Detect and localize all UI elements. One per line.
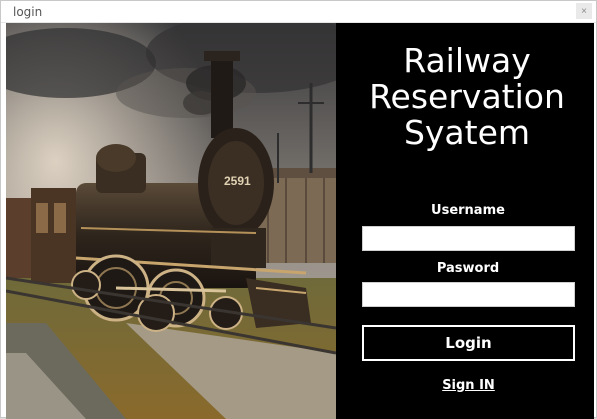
username-label: Username: [431, 203, 505, 218]
app-title: Railway Reservation Syatem: [336, 43, 597, 151]
sign-in-link[interactable]: Sign IN: [362, 378, 575, 393]
app-title-line-2: Reservation: [369, 77, 565, 116]
app-title-line-3: Syatem: [403, 113, 531, 152]
steam-locomotive-image: 2591: [6, 23, 336, 419]
close-button[interactable]: ×: [576, 3, 592, 19]
window-title: login: [13, 5, 43, 19]
password-label: Pasword: [436, 261, 500, 276]
login-window: login × 2591 Railway Reservation Syatem …: [0, 0, 597, 419]
login-button[interactable]: Login: [362, 325, 575, 361]
password-input[interactable]: [362, 282, 575, 307]
close-icon: ×: [581, 5, 587, 17]
username-input[interactable]: [362, 226, 575, 251]
engine-number: 2591: [224, 174, 251, 188]
client-area: 2591 Railway Reservation Syatem Username…: [6, 23, 594, 419]
app-title-line-1: Railway: [403, 41, 531, 80]
title-bar[interactable]: login ×: [1, 1, 596, 23]
login-panel: Railway Reservation Syatem Username Pasw…: [336, 23, 594, 419]
